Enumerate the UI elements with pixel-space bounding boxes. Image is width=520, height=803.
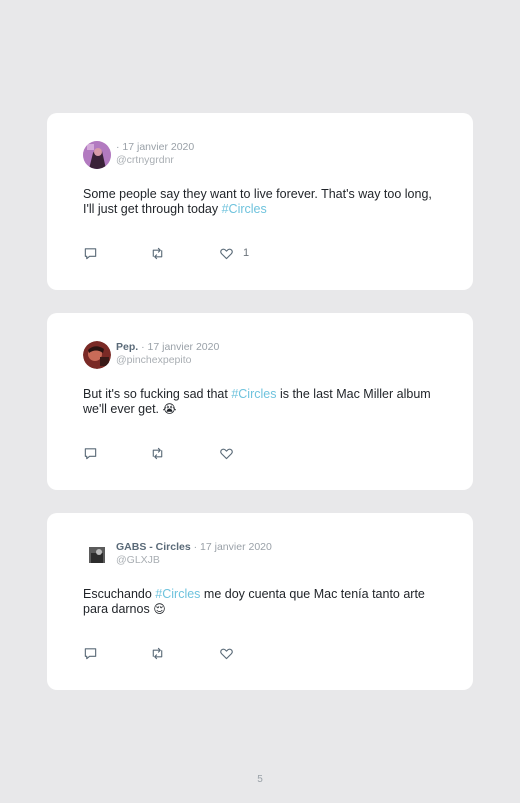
tweet-card: GABS - Circles · 17 janvier 2020 @GLXJB … — [47, 513, 473, 690]
tweet-handle[interactable]: @pinchexpepito — [116, 354, 219, 367]
tweet-actions — [83, 445, 283, 461]
tweet-handle[interactable]: @crtnygrdnr — [116, 154, 194, 167]
emoji: 😌 — [153, 602, 166, 616]
tweet-meta: Pep. · 17 janvier 2020 @pinchexpepito — [116, 341, 219, 367]
tweet-handle[interactable]: @GLXJB — [116, 554, 272, 567]
emoji: 😭 — [162, 402, 177, 416]
reply-icon[interactable] — [83, 245, 98, 261]
retweet-icon[interactable] — [150, 245, 165, 261]
tweet-text: But it's so fucking sad that #Circles is… — [83, 387, 431, 416]
avatar[interactable] — [83, 141, 111, 169]
tweet-text: Some people say they want to live foreve… — [83, 187, 432, 216]
tweet-author-name[interactable]: GABS - Circles — [116, 541, 191, 553]
retweet-icon[interactable] — [150, 645, 165, 661]
like-icon[interactable] — [219, 445, 243, 461]
tweet-author-name[interactable]: Pep. — [116, 341, 138, 353]
hashtag-link[interactable]: #Circles — [222, 202, 267, 216]
tweet-actions: 1 — [83, 245, 283, 261]
like-icon[interactable]: 1 — [219, 245, 249, 261]
hashtag-link[interactable]: #Circles — [155, 587, 200, 601]
retweet-icon[interactable] — [150, 445, 165, 461]
tweet-actions — [83, 645, 283, 661]
reply-icon[interactable] — [83, 645, 98, 661]
reply-icon[interactable] — [83, 445, 98, 461]
hashtag-link[interactable]: #Circles — [231, 387, 276, 401]
tweet-meta: · 17 janvier 2020 @crtnygrdnr — [116, 141, 194, 167]
tweet-date: · 17 janvier 2020 — [116, 141, 195, 153]
tweet-date: · 17 janvier 2020 — [141, 341, 220, 353]
tweet-card: Pep. · 17 janvier 2020 @pinchexpepito Bu… — [47, 313, 473, 490]
page-number: 5 — [257, 774, 263, 785]
like-icon[interactable] — [219, 645, 243, 661]
tweet-card: · 17 janvier 2020 @crtnygrdnr Some peopl… — [47, 113, 473, 290]
tweet-text: Escuchando #Circles me doy cuenta que Ma… — [83, 587, 425, 616]
avatar[interactable] — [83, 341, 111, 369]
tweet-date: · 17 janvier 2020 — [193, 541, 272, 553]
tweet-meta: GABS - Circles · 17 janvier 2020 @GLXJB — [116, 541, 272, 567]
like-count: 1 — [243, 247, 250, 259]
avatar[interactable] — [83, 541, 111, 569]
